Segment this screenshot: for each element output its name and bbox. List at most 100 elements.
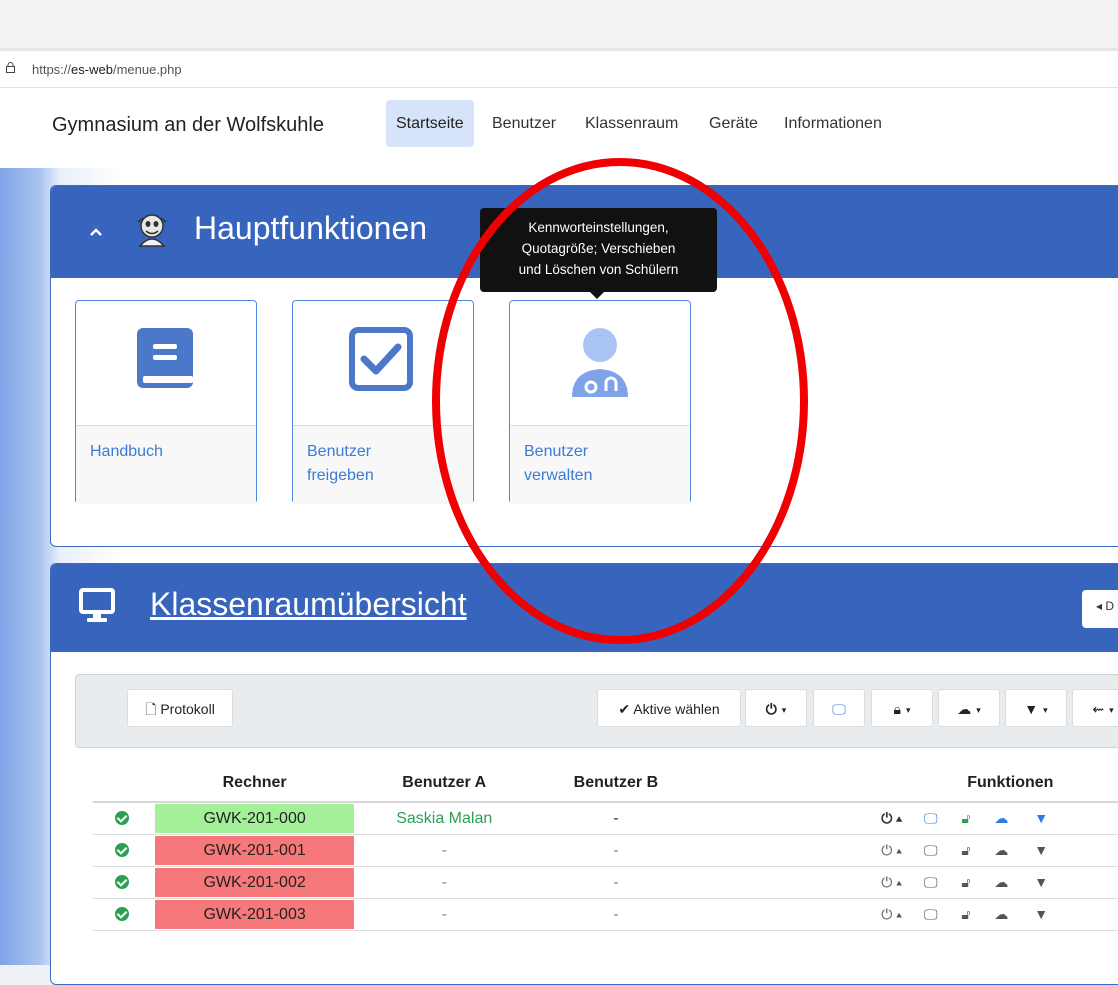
tile-label-area: Handbuch	[76, 425, 256, 504]
power-dropdown-icon[interactable]: ⏻ ▴	[881, 906, 902, 922]
power-dropdown[interactable]: ⏻ ▾	[745, 689, 807, 727]
column-header-benutzer-a: Benutzer A	[358, 764, 531, 803]
lock-dropdown[interactable]: 🔒︎ ▾	[871, 689, 933, 727]
pc-name[interactable]: GWK-201-002	[154, 868, 355, 897]
filter-icon[interactable]: ▼	[1034, 810, 1048, 826]
top-navbar: Gymnasium an der Wolfskuhle Startseite B…	[0, 88, 1118, 168]
nav-geraete[interactable]: Geräte	[699, 100, 768, 147]
pc-name[interactable]: GWK-201-000	[154, 804, 355, 833]
protokoll-label: Protokoll	[160, 701, 215, 717]
tile-label: Handbuch	[90, 443, 163, 460]
cloud-icon[interactable]: ☁	[994, 810, 1008, 826]
user-a-cell: Saskia Malan	[358, 802, 531, 835]
address-bar[interactable]: https://es-web/menue.php	[0, 51, 1118, 88]
spacer-column-header	[701, 764, 862, 803]
table-row: GWK-201-001 - - ⏻ ▴ 🖵 🔓︎ ☁ ▼	[93, 834, 1118, 867]
tile-label: Benutzer freigeben	[307, 443, 374, 484]
screen-button[interactable]: 🖵	[813, 689, 865, 727]
file-icon: 🗋	[145, 701, 157, 717]
status-cell	[93, 834, 151, 867]
cloud-icon[interactable]: ☁	[994, 842, 1008, 858]
brand-name[interactable]: Gymnasium an der Wolfskuhle	[52, 114, 324, 137]
monitor-icon	[79, 588, 115, 622]
lock-icon: 🔒︎	[893, 701, 901, 717]
nav-klassenraum[interactable]: Klassenraum	[575, 100, 688, 147]
nav-startseite[interactable]: Startseite	[386, 100, 474, 147]
monitor-icon: 🖵	[832, 701, 846, 717]
status-column-header	[93, 764, 151, 803]
unlock-icon[interactable]: 🔓︎	[961, 810, 970, 826]
spacer-cell	[701, 866, 862, 899]
check-icon: ✔	[618, 701, 631, 717]
classroom-toolbar: 🗋 Protokoll ✔ Aktive wählen ⏻ ▾ 🖵 🔒︎ ▾ ☁ ▾ …	[75, 674, 1118, 748]
table-row: GWK-201-003 - - ⏻ ▴ 🖵 🔓︎ ☁ ▼	[93, 898, 1118, 931]
online-check-icon	[114, 907, 129, 922]
monitor-icon[interactable]: 🖵	[924, 810, 938, 826]
browser-tabstrip	[0, 0, 1118, 48]
pc-cell[interactable]: GWK-201-002	[150, 866, 359, 899]
filter-dropdown[interactable]: ▼ ▾	[1005, 689, 1067, 727]
filter-icon[interactable]: ▼	[1034, 842, 1048, 858]
spacer-cell	[701, 802, 862, 835]
tile-handbuch[interactable]: Handbuch	[75, 300, 257, 504]
protokoll-button[interactable]: 🗋 Protokoll	[127, 689, 233, 727]
monitor-icon[interactable]: 🖵	[924, 906, 938, 922]
aktive-waehlen-button[interactable]: ✔ Aktive wählen	[597, 689, 741, 727]
status-cell	[93, 898, 151, 931]
unlock-icon[interactable]: 🔓︎	[961, 842, 970, 858]
monitor-icon[interactable]: 🖵	[924, 874, 938, 890]
cloud-icon: ☁	[957, 701, 972, 717]
power-dropdown-icon[interactable]: ⏻ ▴	[881, 810, 902, 826]
aktive-waehlen-label: Aktive wählen	[633, 701, 720, 717]
tile-icon-area	[76, 301, 256, 425]
user-a-cell: -	[358, 898, 531, 931]
nav-benutzer[interactable]: Benutzer	[482, 100, 566, 147]
cloud-dropdown[interactable]: ☁ ▾	[938, 689, 1000, 727]
power-dropdown-icon[interactable]: ⏻ ▴	[881, 874, 902, 890]
power-icon: ⏻	[765, 701, 777, 717]
monitor-icon[interactable]: 🖵	[924, 842, 938, 858]
pc-cell[interactable]: GWK-201-003	[150, 898, 359, 931]
column-header-benutzer-b: Benutzer B	[530, 764, 702, 803]
usb-dropdown[interactable]: ⇜ ▾	[1072, 689, 1118, 727]
pc-cell[interactable]: GWK-201-000	[150, 802, 359, 835]
url-text[interactable]: https://es-web/menue.php	[32, 62, 182, 77]
status-cell	[93, 866, 151, 899]
user-b-cell: -	[530, 866, 702, 899]
annotation-circle	[432, 158, 808, 644]
filter-icon: ▼	[1024, 701, 1039, 717]
functions-cell: ⏻ ▴ 🖵 🔓︎ ☁ ▼	[861, 802, 1118, 835]
checkbox-icon	[349, 327, 413, 391]
cloud-icon[interactable]: ☁	[994, 874, 1008, 890]
pc-cell[interactable]: GWK-201-001	[150, 834, 359, 867]
user-b-cell: -	[530, 834, 702, 867]
klassenraum-title[interactable]: Klassenraumübersicht	[150, 586, 467, 623]
spacer-cell	[701, 898, 862, 931]
functions-cell: ⏻ ▴ 🖵 🔓︎ ☁ ▼	[861, 898, 1118, 931]
online-check-icon	[114, 875, 129, 890]
computer-table: Rechner Benutzer A Benutzer B Funktionen…	[93, 764, 1118, 931]
online-check-icon	[114, 843, 129, 858]
user-b-cell: -	[530, 898, 702, 931]
hauptfunktionen-title: Hauptfunktionen	[194, 210, 428, 246]
book-icon	[137, 328, 193, 388]
chevron-up-icon[interactable]	[89, 227, 103, 237]
unlock-icon[interactable]: 🔓︎	[961, 906, 970, 922]
cloud-icon[interactable]: ☁	[994, 906, 1008, 922]
table-row: GWK-201-000 Saskia Malan - ⏻ ▴ 🖵 🔓︎ ☁ ▼	[93, 802, 1118, 835]
user-b-cell: -	[530, 802, 702, 835]
column-header-funktionen: Funktionen	[861, 764, 1118, 803]
filter-icon[interactable]: ▼	[1034, 906, 1048, 922]
pc-name[interactable]: GWK-201-001	[154, 836, 355, 865]
power-dropdown-icon[interactable]: ⏻ ▴	[881, 842, 902, 858]
lock-icon	[6, 62, 15, 73]
spacer-cell	[701, 834, 862, 867]
dropdown-button[interactable]: ◂ D	[1082, 590, 1118, 628]
filter-icon[interactable]: ▼	[1034, 874, 1048, 890]
functions-cell: ⏻ ▴ 🖵 🔓︎ ☁ ▼	[861, 866, 1118, 899]
nav-informationen[interactable]: Informationen	[774, 100, 892, 147]
user-a-cell: -	[358, 866, 531, 899]
pc-name[interactable]: GWK-201-003	[154, 900, 355, 929]
unlock-icon[interactable]: 🔓︎	[961, 874, 970, 890]
page: Gymnasium an der Wolfskuhle Startseite B…	[0, 88, 1118, 985]
